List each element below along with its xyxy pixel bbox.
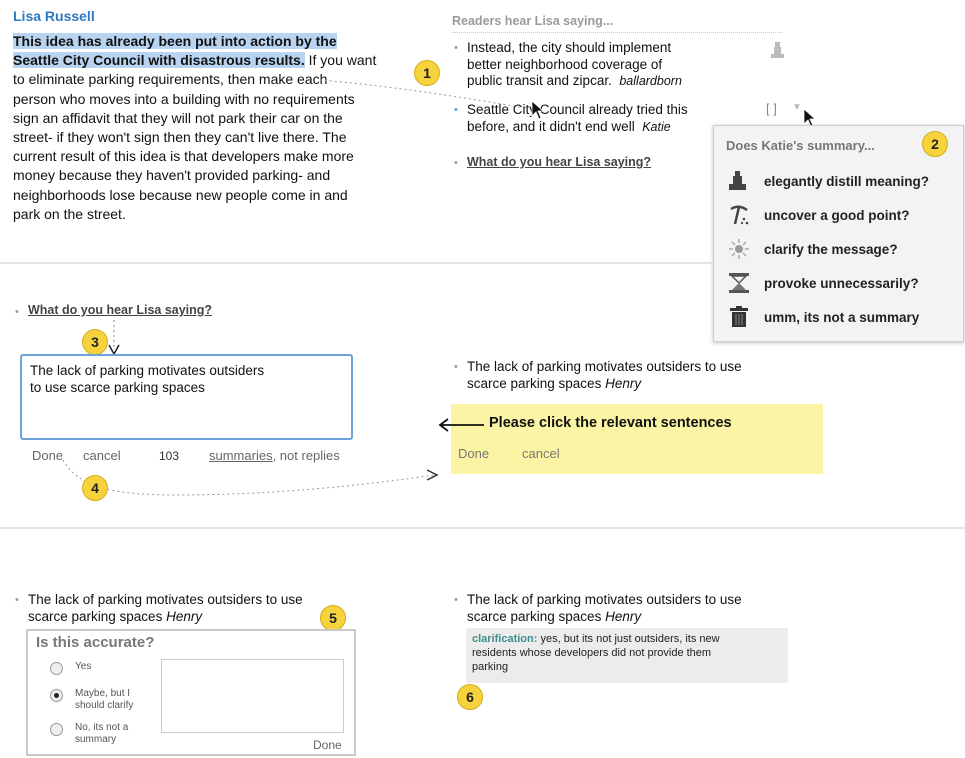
para-line: park on the street. [13, 205, 126, 222]
summary-line: before, and it didn't end well [467, 118, 635, 134]
bracket-toggle[interactable]: [ ] [766, 101, 777, 116]
step-badge-3: 3 [82, 329, 108, 355]
step-badge-6: 6 [457, 684, 483, 710]
instruction-text: Please click the relevant sentences [489, 415, 732, 431]
arrow-left-icon [438, 418, 484, 432]
section-divider [0, 262, 712, 264]
summary-line: The lack of parking motivates outsiders … [467, 592, 742, 607]
summary-line: The lack of parking motivates outsiders … [28, 592, 303, 607]
para-line: street- if they won't sign then they can… [13, 129, 347, 146]
highlighted-sentence-2[interactable]: Seattle City Council with disastrous res… [13, 52, 305, 69]
summary-item: The lack of parking motivates outsiders … [467, 592, 797, 625]
dotted-connector [62, 459, 439, 496]
popup-item-not-summary[interactable]: umm, its not a summary [726, 306, 956, 332]
popup-item-label: elegantly distill meaning? [764, 174, 930, 189]
summary-line: scarce parking spaces [28, 608, 163, 624]
section-divider [0, 527, 965, 529]
bullet: • [15, 306, 19, 318]
heading-rule [452, 32, 782, 34]
bullet: • [15, 594, 19, 606]
step-badge-1: 1 [414, 60, 440, 86]
summary-item: The lack of parking motivates outsiders … [467, 359, 797, 392]
summary-rating-popup: Does Katie's summary... 2 elegantly dist… [713, 125, 964, 342]
para-line: sign an affidavit that they will not par… [13, 109, 343, 126]
summary-author: Henry [166, 608, 203, 624]
popup-item-good-point[interactable]: uncover a good point? [726, 204, 956, 230]
summary-author: Katie [642, 119, 671, 134]
bullet: • [454, 42, 458, 54]
radio-label: Maybe, but I should clarify [75, 688, 134, 711]
highlighted-sentence[interactable]: This idea has already been put into acti… [13, 33, 337, 49]
summary-line: The lack of parking motivates outsiders … [467, 359, 742, 374]
clarify-textarea[interactable] [161, 659, 344, 733]
radio-yes[interactable] [50, 662, 63, 675]
summary-author: Henry [605, 375, 642, 391]
summary-textarea[interactable]: The lack of parking motivates outsiders … [20, 354, 353, 440]
popup-item-provoke[interactable]: provoke unnecessarily? [726, 272, 956, 298]
bullet: • [454, 157, 458, 169]
para-line: to eliminate parking requirements, then … [13, 71, 328, 88]
summary-item: Instead, the city should implement bette… [467, 40, 727, 90]
step-badge-4: 4 [82, 475, 108, 501]
step-badge-5: 5 [320, 605, 346, 631]
accuracy-panel: Is this accurate? Yes Maybe, but I shoul… [26, 629, 356, 756]
step-badge-2: 2 [922, 131, 948, 157]
summary-item-katie[interactable]: Seattle City Council already tried this … [467, 102, 727, 135]
instruction-box: Please click the relevant sentences Done… [451, 404, 823, 474]
popup-title: Does Katie's summary... [726, 138, 875, 153]
sun-icon [729, 239, 749, 259]
cursor-icon [531, 100, 545, 120]
summary-line: Seattle City Council already tried this [467, 102, 688, 117]
chevron-down-icon[interactable]: ▼ [792, 102, 802, 113]
popup-item-clarify[interactable]: clarify the message? [726, 238, 956, 264]
bullet: • [454, 104, 458, 116]
pickaxe-icon [730, 205, 749, 225]
cancel-link[interactable]: cancel [522, 446, 560, 461]
clarification-note: clarification: yes, but its not just out… [466, 628, 788, 683]
radio-label: Yes [75, 661, 92, 672]
what-do-you-hear-link[interactable]: What do you hear Lisa saying? [467, 155, 651, 169]
bullet: • [454, 594, 458, 606]
summary-line: scarce parking spaces [467, 375, 602, 391]
summary-line: public transit and zipcar. [467, 73, 612, 88]
trash-icon [730, 306, 748, 327]
statue-icon [729, 171, 746, 190]
summary-author: ballardborn [619, 74, 682, 88]
para-line: current result of this idea is that deve… [13, 148, 354, 165]
radio-label: No, its not a summary [75, 722, 129, 745]
clarification-label: clarification: [472, 633, 538, 645]
radio-maybe[interactable] [50, 689, 63, 702]
popup-item-label: uncover a good point? [764, 208, 910, 223]
done-link[interactable]: Done [458, 446, 489, 461]
popup-item-distill[interactable]: elegantly distill meaning? [726, 170, 956, 196]
statue-icon[interactable] [770, 40, 786, 60]
readers-heading: Readers hear Lisa saying... [452, 14, 614, 28]
bullet: • [454, 361, 458, 373]
summary-line: Instead, the city should implement [467, 40, 672, 55]
hourglass-icon [729, 273, 749, 293]
radio-dot [54, 693, 59, 698]
popup-item-label: provoke unnecessarily? [764, 276, 919, 291]
summary-item: The lack of parking motivates outsiders … [28, 592, 358, 625]
author-name: Lisa Russell [13, 8, 95, 24]
summary-line: scarce parking spaces [467, 608, 602, 624]
popup-item-label: clarify the message? [764, 242, 898, 257]
what-do-you-hear-link[interactable]: What do you hear Lisa saying? [28, 303, 212, 317]
summary-line: better neighborhood coverage of [467, 56, 663, 72]
done-link[interactable]: Done [313, 738, 342, 752]
popup-item-label: umm, its not a summary [764, 310, 920, 325]
accuracy-title: Is this accurate? [36, 634, 155, 651]
summary-author: Henry [605, 608, 642, 624]
radio-no[interactable] [50, 723, 63, 736]
para-line: money because they haven't provided park… [13, 167, 331, 184]
para-line: neighborhoods lose because new people co… [13, 186, 348, 203]
